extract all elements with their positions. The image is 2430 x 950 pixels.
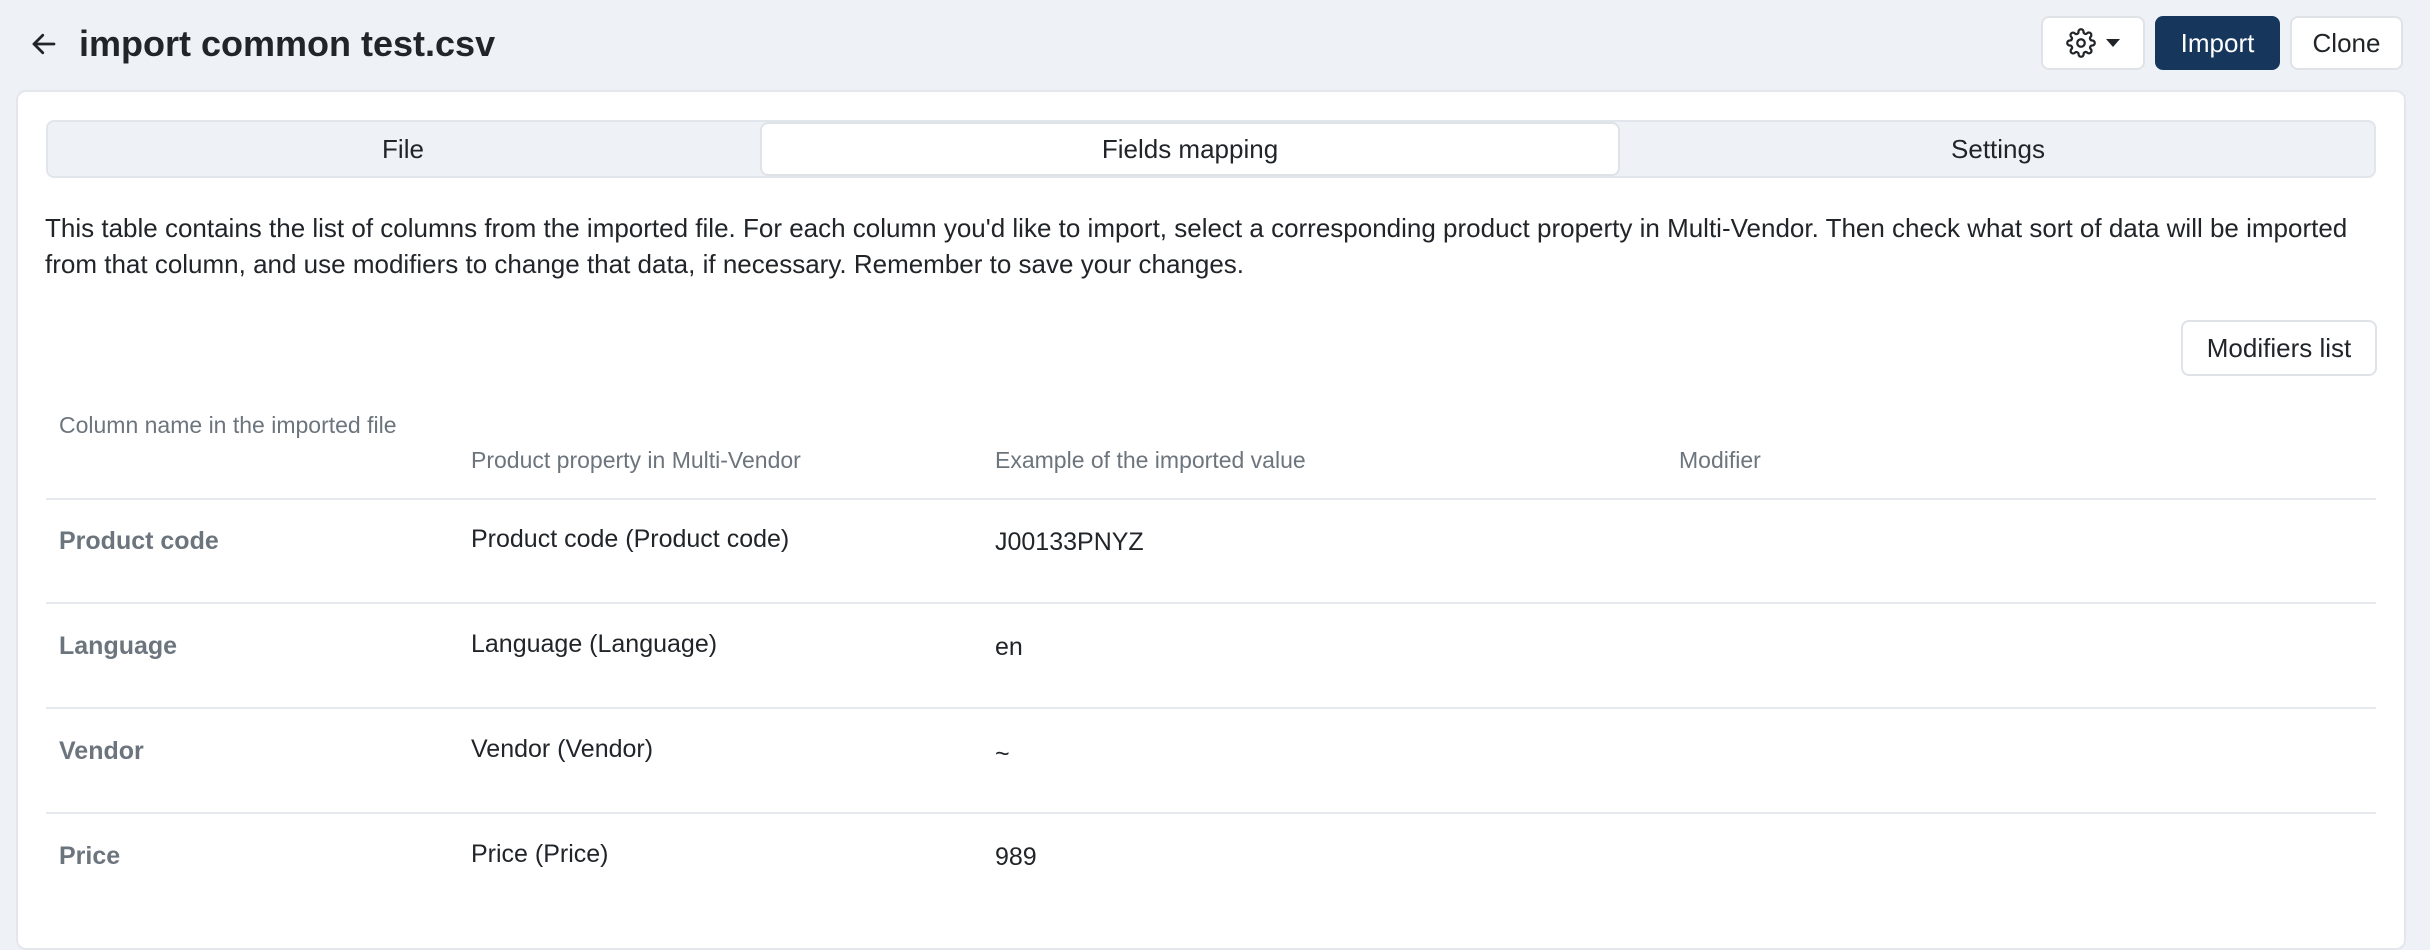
column-header-example: Example of the imported value [995,447,1306,473]
page-title: import common test.csv [79,23,496,64]
tab-file[interactable]: File [48,122,758,176]
modifiers-list-button[interactable]: Modifiers list [2181,320,2377,376]
row-example-value: J00133PNYZ [995,528,1144,556]
row-example-value: en [995,633,1023,661]
row-divider [46,602,2376,604]
mapping-description: This table contains the list of columns … [45,213,2348,279]
row-column-name: Language [59,632,178,660]
chevron-down-icon [2106,39,2120,47]
row-column-name: Vendor [59,737,144,765]
tab-bar: File Fields mapping Settings [46,120,2376,178]
row-divider [46,707,2376,709]
header-divider [46,498,2376,500]
settings-dropdown-button[interactable] [2041,16,2145,70]
row-example-value: ~ [995,740,1010,768]
gear-icon [2066,28,2096,58]
clone-button[interactable]: Clone [2290,16,2403,70]
arrow-left-icon [32,33,56,55]
page-header: import common test.csv Import Clone [0,0,2430,88]
import-card: File Fields mapping Settings This table … [16,90,2406,950]
import-button[interactable]: Import [2155,16,2280,70]
row-product-property[interactable]: Language (Language) [471,627,717,661]
row-product-property[interactable]: Vendor (Vendor) [471,732,653,766]
tab-fields-mapping[interactable]: Fields mapping [760,122,1620,176]
row-product-property[interactable]: Product code (Product code) [471,522,789,556]
row-column-name: Product code [59,527,219,555]
row-divider [46,812,2376,814]
column-header-column-name: Column name in the imported file [59,412,397,438]
row-product-property[interactable]: Price (Price) [471,837,609,871]
back-button[interactable] [26,26,62,62]
column-header-product-property: Product property in Multi-Vendor [471,447,801,473]
row-column-name: Price [59,842,121,870]
row-example-value: 989 [995,843,1037,871]
tab-settings[interactable]: Settings [1622,122,2374,176]
column-header-modifier: Modifier [1679,447,1761,473]
